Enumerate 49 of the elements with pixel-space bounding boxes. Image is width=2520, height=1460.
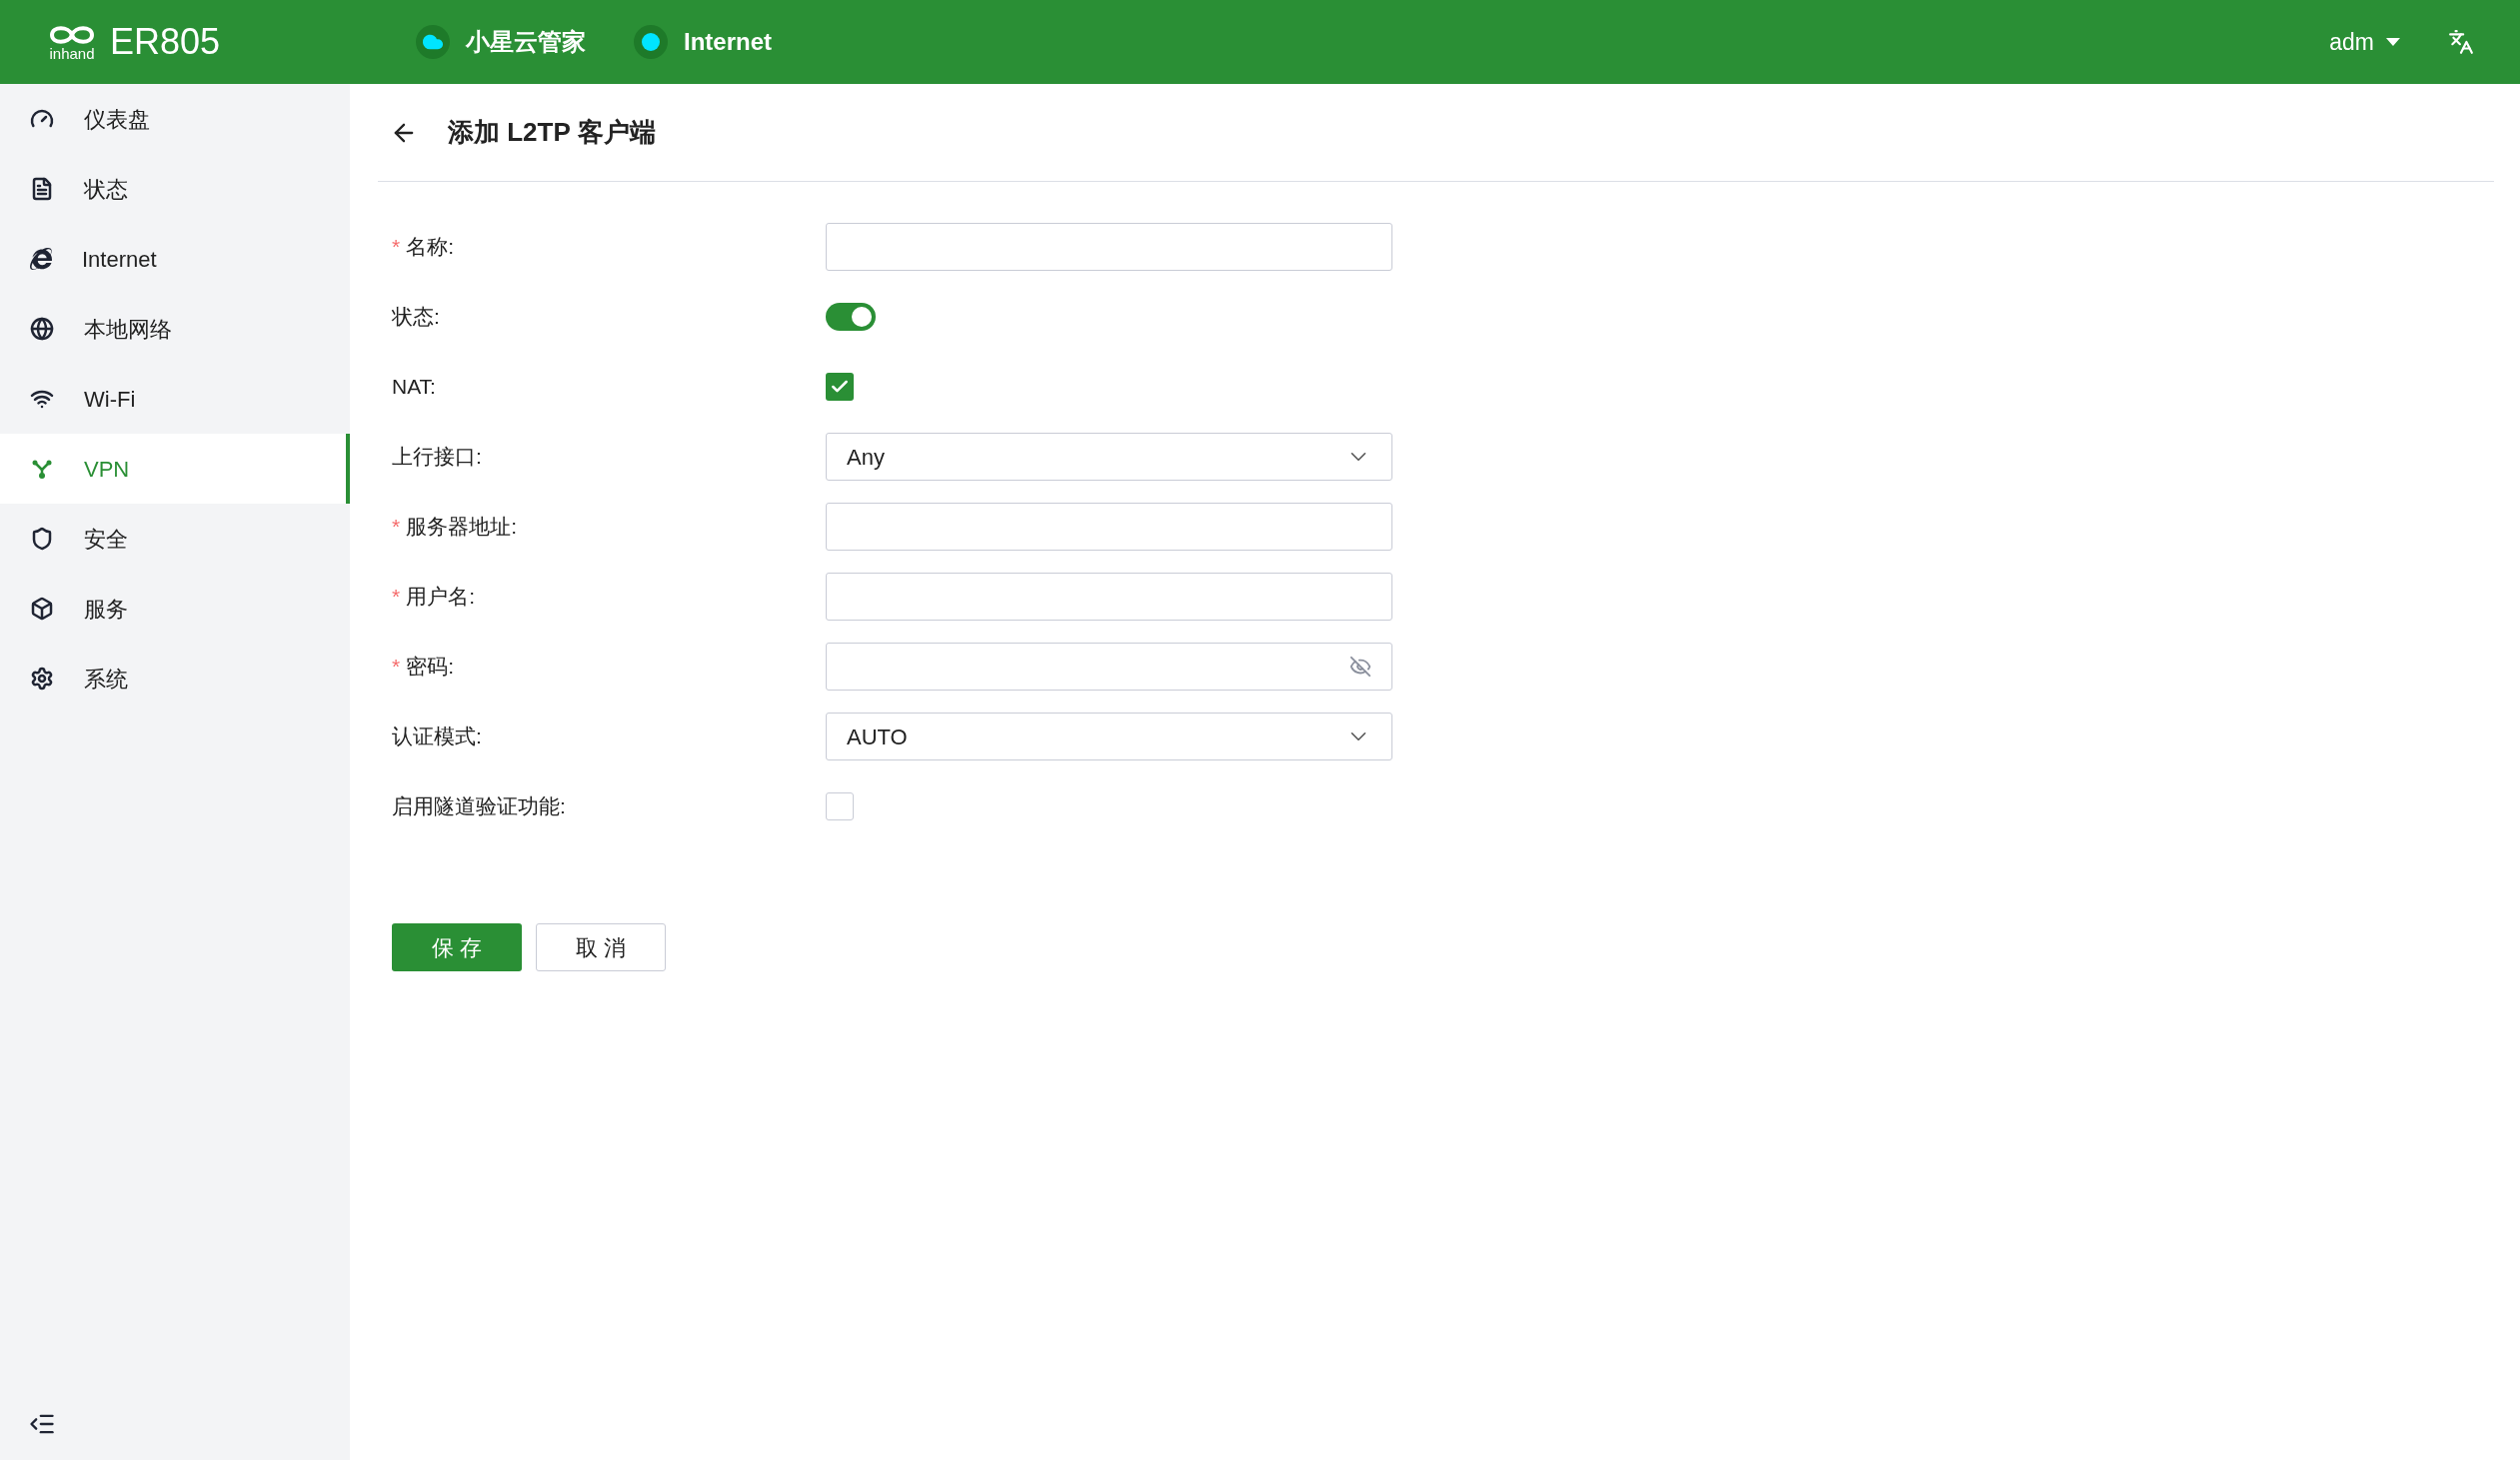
shield-icon bbox=[30, 527, 54, 551]
select-dropdown[interactable]: AUTO bbox=[826, 713, 1392, 760]
field-label: 用户名: bbox=[406, 584, 476, 611]
cancel-button[interactable]: 取 消 bbox=[536, 923, 666, 971]
toggle-switch[interactable] bbox=[826, 303, 876, 331]
sidebar-item[interactable]: 状态 bbox=[0, 154, 350, 224]
select-dropdown[interactable]: Any bbox=[826, 433, 1392, 481]
settings-icon bbox=[30, 667, 54, 691]
text-input-field[interactable] bbox=[826, 223, 1392, 271]
field-label: 启用隧道验证功能: bbox=[392, 793, 566, 820]
field-label: 名称: bbox=[406, 234, 455, 261]
product-name: ER805 bbox=[110, 20, 221, 64]
sidebar-item[interactable]: 系统 bbox=[0, 644, 350, 714]
required-mark: * bbox=[392, 654, 401, 681]
text-input-field[interactable] bbox=[826, 573, 1392, 621]
sidebar-item[interactable]: 服务 bbox=[0, 574, 350, 644]
required-mark: * bbox=[392, 514, 401, 541]
browser-icon bbox=[30, 248, 52, 270]
field-label: 密码: bbox=[406, 654, 455, 681]
field-label: 认证模式: bbox=[392, 724, 482, 750]
user-menu[interactable]: adm bbox=[2329, 24, 2400, 60]
globe-icon bbox=[30, 317, 54, 341]
page-title: 添加 L2TP 客户端 bbox=[448, 116, 656, 149]
sidebar-item[interactable]: 安全 bbox=[0, 504, 350, 574]
field-label: 状态: bbox=[392, 304, 440, 331]
sidebar-item[interactable]: 本地网络 bbox=[0, 294, 350, 364]
checkbox[interactable] bbox=[826, 373, 854, 401]
status-label: 小星云管家 bbox=[466, 27, 586, 57]
sidebar-item[interactable]: Internet bbox=[0, 224, 350, 294]
required-mark: * bbox=[392, 234, 401, 261]
hide-password-icon[interactable] bbox=[1349, 656, 1371, 678]
text-input-field[interactable] bbox=[826, 503, 1392, 551]
translate-icon[interactable] bbox=[2448, 29, 2474, 55]
password-input-field[interactable] bbox=[826, 643, 1392, 691]
field-label: NAT: bbox=[392, 374, 436, 401]
save-button[interactable]: 保 存 bbox=[392, 923, 522, 971]
logo-text: inhand bbox=[49, 45, 95, 61]
cube-icon bbox=[30, 597, 54, 621]
sidebar-item[interactable]: VPN bbox=[0, 434, 350, 504]
field-label: 上行接口: bbox=[392, 444, 482, 471]
status-label: Internet bbox=[684, 27, 772, 57]
sidebar-item[interactable]: Wi-Fi bbox=[0, 364, 350, 434]
document-icon bbox=[30, 177, 54, 201]
cloud-status-icon bbox=[416, 25, 450, 59]
required-mark: * bbox=[392, 584, 401, 611]
checkbox[interactable] bbox=[826, 792, 854, 820]
sidebar-item[interactable]: 仪表盘 bbox=[0, 84, 350, 154]
status-indicator-icon bbox=[634, 25, 668, 59]
field-label: 服务器地址: bbox=[406, 514, 518, 541]
